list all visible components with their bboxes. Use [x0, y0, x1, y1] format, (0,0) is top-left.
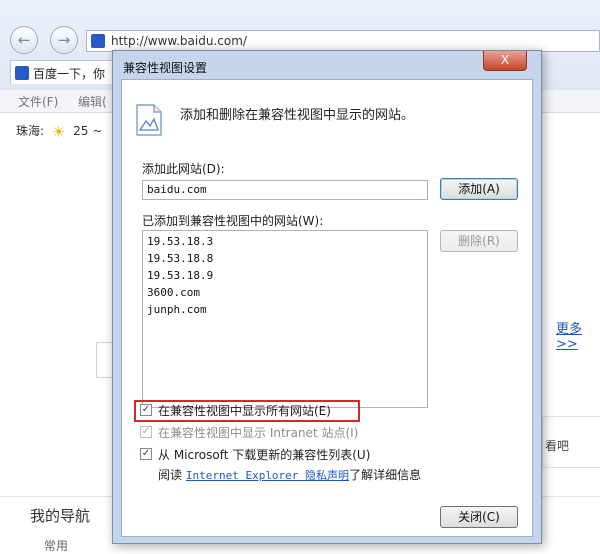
dialog-close-button[interactable]: X [483, 51, 527, 71]
option-label: 在兼容性视图中显示 Intranet 站点(I) [158, 426, 359, 440]
highlight-box [134, 400, 360, 422]
sites-list-label: 已添加到兼容性视图中的网站(W): [142, 214, 324, 228]
tab-title: 百度一下，你 [33, 67, 106, 81]
forward-button[interactable]: → [50, 26, 78, 54]
weather-widget: 珠海: ☀ 25 ~ [16, 122, 102, 141]
checkbox-checked-icon[interactable]: ✓ [140, 426, 152, 438]
dialog-title: 兼容性视图设置 [123, 61, 208, 75]
checkbox-checked-icon[interactable]: ✓ [140, 448, 152, 460]
back-arrow-icon: ← [17, 31, 31, 49]
add-button[interactable]: 添加(A) [440, 178, 518, 200]
content-fragment-text: 看吧 [545, 439, 570, 453]
remove-button[interactable]: 删除(R) [440, 230, 518, 252]
list-item[interactable]: 19.53.18.3 [147, 235, 213, 248]
dialog-body: 添加和删除在兼容性视图中显示的网站。 添加此网站(D): baidu.com 添… [121, 79, 533, 537]
back-button[interactable]: ← [10, 26, 38, 54]
close-icon: X [500, 53, 510, 67]
add-site-label: 添加此网站(D): [142, 162, 225, 176]
privacy-link[interactable]: Internet Explorer 隐私声明 [186, 469, 349, 482]
my-nav-sub: 常用 [44, 539, 69, 553]
baidu-favicon-icon: 🐾 [91, 34, 105, 48]
sites-listbox[interactable]: 19.53.18.3 19.53.18.8 19.53.18.9 3600.co… [142, 230, 428, 408]
weather-city: 珠海: [16, 124, 45, 138]
address-bar[interactable]: 🐾 http://www.baidu.com/ [86, 30, 600, 52]
forward-arrow-icon: → [57, 31, 71, 49]
option-label: 从 Microsoft 下载更新的兼容性列表(U) [158, 448, 371, 462]
compat-view-dialog: 兼容性视图设置 X 添加和删除在兼容性视图中显示的网站。 添加此网站(D): b… [112, 50, 542, 544]
address-text[interactable]: http://www.baidu.com/ [111, 34, 247, 48]
privacy-suffix: 了解详细信息 [349, 468, 422, 482]
privacy-prefix: 阅读 [158, 468, 183, 482]
list-item[interactable]: junph.com [147, 303, 207, 316]
list-item[interactable]: 3600.com [147, 286, 200, 299]
sun-icon: ☀ [51, 123, 66, 141]
dialog-header-text: 添加和删除在兼容性视图中显示的网站。 [180, 108, 415, 123]
more-link[interactable]: 更多>> [556, 318, 600, 352]
close-button[interactable]: 关闭(C) [440, 506, 518, 528]
weather-temp: 25 ~ [73, 124, 103, 138]
privacy-line: 阅读 Internet Explorer 隐私声明了解详细信息 [158, 466, 421, 483]
my-nav-title: 我的导航 [30, 507, 91, 525]
content-fragment: 看吧 [542, 416, 600, 468]
tab-favicon-icon: 🐾 [15, 66, 29, 80]
document-image-icon [136, 104, 162, 136]
add-site-input[interactable]: baidu.com [142, 180, 428, 200]
menu-file[interactable]: 文件(F) [18, 93, 58, 110]
menu-edit[interactable]: 编辑( [78, 93, 107, 110]
list-item[interactable]: 19.53.18.8 [147, 252, 213, 265]
list-item[interactable]: 19.53.18.9 [147, 269, 213, 282]
